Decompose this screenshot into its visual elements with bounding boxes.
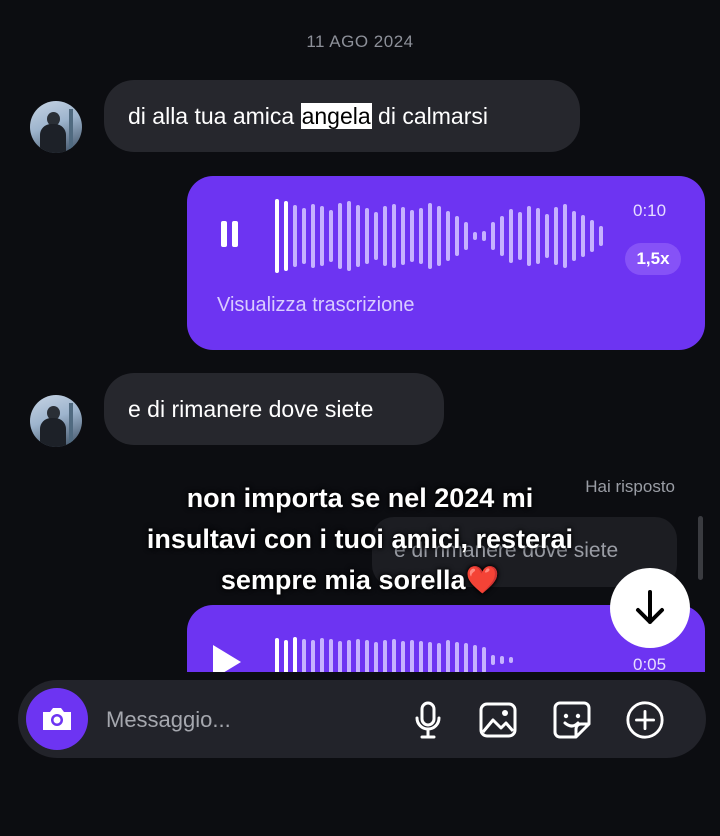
- waveform-bar: [401, 207, 405, 265]
- waveform-bar: [419, 208, 423, 264]
- waveform-bar: [509, 657, 513, 663]
- waveform-bar: [581, 215, 585, 257]
- view-transcript-link[interactable]: Visualizza trascrizione: [217, 294, 415, 317]
- message-text: e di rimanere dove siete: [128, 395, 374, 422]
- waveform-bar: [527, 206, 531, 266]
- more-options-button[interactable]: [625, 700, 665, 740]
- playback-speed-button[interactable]: 1,5x: [625, 243, 681, 275]
- waveform[interactable]: [275, 198, 603, 274]
- waveform-bar: [500, 656, 504, 664]
- waveform-bar: [320, 206, 324, 266]
- date-label: 11 AGO 2024: [306, 32, 414, 51]
- waveform-bar: [464, 222, 468, 250]
- incoming-message-bubble[interactable]: e di rimanere dove siete: [104, 373, 444, 445]
- microphone-button[interactable]: [408, 700, 448, 740]
- waveform-bar: [491, 655, 495, 665]
- waveform-bar: [275, 199, 279, 273]
- message-text: di alla tua amica angela di calmarsi: [128, 102, 488, 129]
- overlay-line: sempre mia sorella❤️: [220, 565, 500, 595]
- waveform-bar: [482, 231, 486, 241]
- camera-icon: [43, 708, 71, 730]
- waveform-bar: [509, 209, 513, 263]
- waveform-bar: [410, 210, 414, 262]
- waveform-bar: [428, 203, 432, 269]
- gallery-button[interactable]: [478, 700, 518, 740]
- waveform-bar: [491, 222, 495, 250]
- incoming-message-bubble[interactable]: di alla tua amica angela di calmarsi: [104, 80, 580, 152]
- sticker-icon: [553, 701, 591, 739]
- waveform-bar: [374, 212, 378, 260]
- waveform-bar: [590, 220, 594, 252]
- message-composer: [18, 680, 706, 758]
- scrollbar[interactable]: [698, 516, 703, 580]
- waveform-bar: [518, 212, 522, 260]
- scroll-to-bottom-button[interactable]: [610, 568, 690, 648]
- text-overlay: non importa se nel 2024 mi insultavi con…: [90, 478, 630, 601]
- voice-duration: 0:10: [633, 201, 667, 220]
- waveform-bar: [545, 214, 549, 258]
- avatar[interactable]: [30, 395, 82, 447]
- waveform-bar: [563, 204, 567, 268]
- waveform-bar: [473, 232, 477, 240]
- overlay-line: non importa se nel 2024 mi: [186, 483, 534, 513]
- waveform-bar: [554, 207, 558, 265]
- waveform-bar: [311, 204, 315, 268]
- waveform-bar: [536, 208, 540, 264]
- camera-button[interactable]: [26, 688, 88, 750]
- highlighted-word: angela: [300, 102, 372, 129]
- waveform-bar: [383, 206, 387, 266]
- voice-message-outgoing[interactable]: 0:10 1,5x Visualizza trascrizione: [187, 176, 705, 350]
- waveform-bar: [482, 647, 486, 673]
- waveform-bar: [338, 203, 342, 269]
- waveform-bar: [284, 201, 288, 271]
- waveform-bar: [302, 208, 306, 264]
- arrow-down-icon: [636, 590, 664, 624]
- waveform-bar: [365, 208, 369, 264]
- waveform-bar: [392, 204, 396, 268]
- waveform-bar: [437, 206, 441, 266]
- message-input[interactable]: [104, 699, 398, 741]
- waveform-bar: [293, 205, 297, 267]
- sticker-button[interactable]: [552, 700, 592, 740]
- waveform-bar: [455, 216, 459, 256]
- waveform-bar: [572, 211, 576, 261]
- pause-icon[interactable]: [221, 221, 238, 247]
- waveform-bar: [599, 226, 603, 246]
- waveform-bar: [329, 210, 333, 262]
- overlay-line: insultavi con i tuoi amici, resterai: [146, 524, 574, 554]
- waveform-bar: [500, 216, 504, 256]
- waveform-bar: [473, 645, 477, 675]
- waveform-bar: [356, 205, 360, 267]
- microphone-icon: [415, 701, 441, 739]
- waveform-bar: [446, 211, 450, 261]
- image-icon: [479, 702, 517, 738]
- waveform-bar: [347, 201, 351, 271]
- avatar[interactable]: [30, 101, 82, 153]
- heart-emoji: ❤️: [465, 565, 500, 595]
- plus-circle-icon: [626, 701, 664, 739]
